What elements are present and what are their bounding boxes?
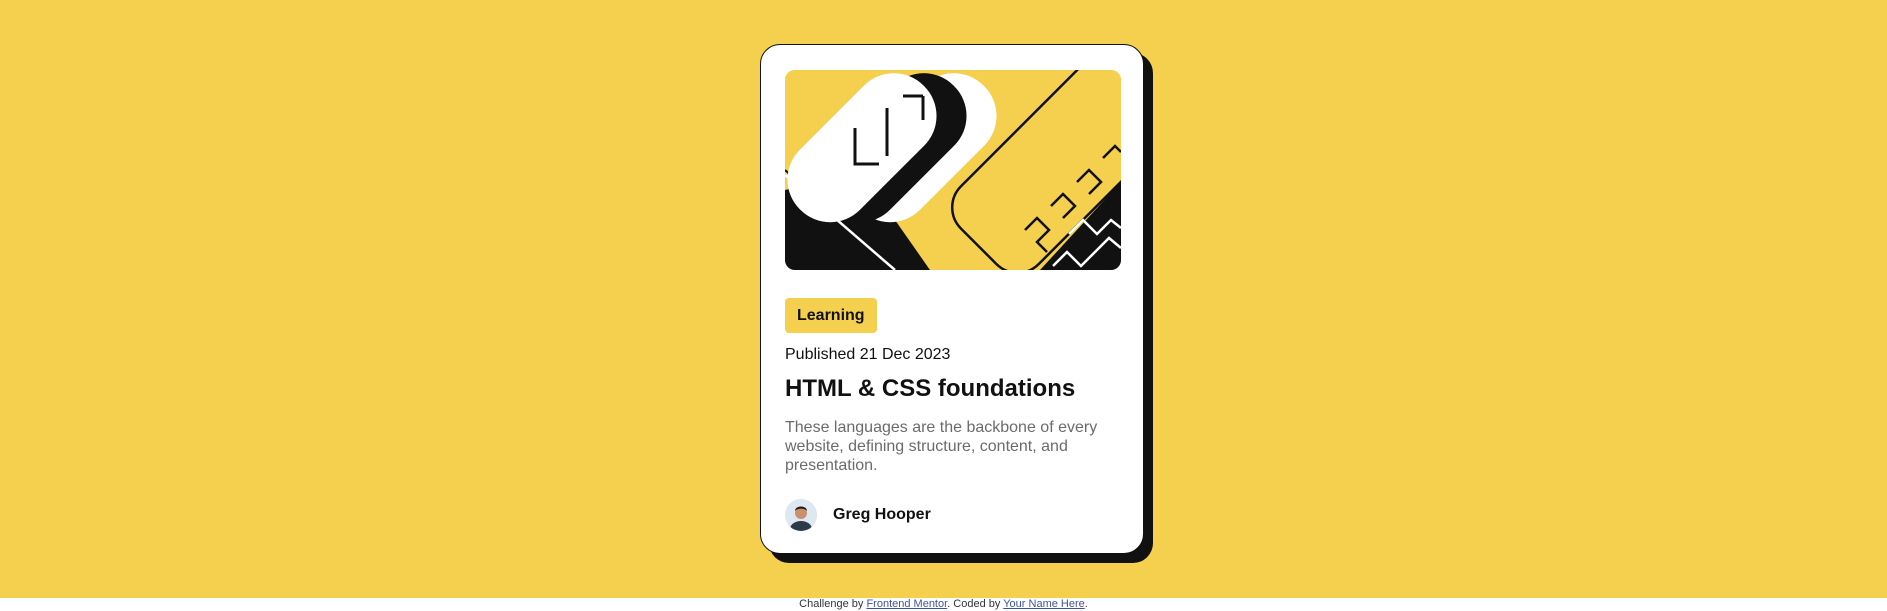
category-tag[interactable]: Learning bbox=[785, 298, 877, 333]
author-link[interactable]: Your Name Here bbox=[1003, 598, 1085, 610]
page-background: Learning Published 21 Dec 2023 HTML & CS… bbox=[0, 0, 1887, 598]
abstract-illustration-icon bbox=[785, 70, 1121, 270]
card-description: These languages are the backbone of ever… bbox=[785, 419, 1098, 474]
author-block: Greg Hooper bbox=[785, 499, 931, 531]
avatar-icon bbox=[785, 499, 817, 531]
attribution-suffix: . bbox=[1084, 598, 1088, 610]
frontend-mentor-link[interactable]: Frontend Mentor bbox=[866, 598, 947, 610]
blog-preview-card: Learning Published 21 Dec 2023 HTML & CS… bbox=[760, 44, 1144, 554]
attribution-prefix: Challenge by bbox=[799, 598, 867, 610]
attribution-middle: . Coded by bbox=[947, 598, 1004, 610]
card-title[interactable]: HTML & CSS foundations bbox=[785, 375, 1075, 403]
published-date: Published 21 Dec 2023 bbox=[785, 346, 951, 363]
attribution-footer: Challenge by Frontend Mentor. Coded by Y… bbox=[0, 598, 1887, 611]
card-illustration bbox=[785, 70, 1121, 270]
author-name: Greg Hooper bbox=[833, 506, 931, 523]
